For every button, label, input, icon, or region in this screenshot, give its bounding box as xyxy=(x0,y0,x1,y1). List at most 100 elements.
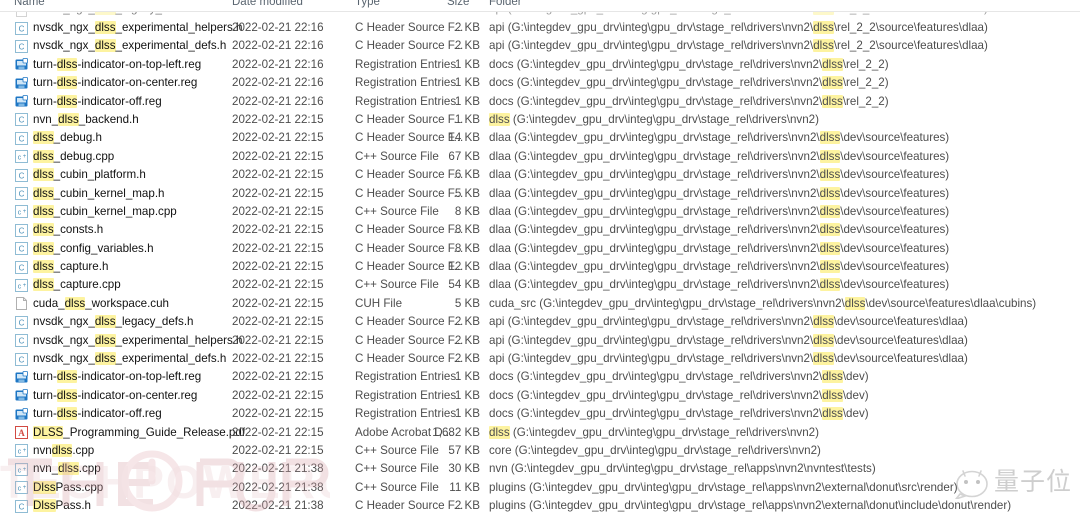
table-row[interactable]: Cnvsdk_ngx_dlss_experimental_helpers.h 20… xyxy=(0,19,1080,37)
cell-name[interactable]: turn-dlss-indicator-on-top-left.reg xyxy=(33,370,201,384)
cell-date-modified: 2022-02-21 22:15 xyxy=(232,425,324,439)
cell-name[interactable]: nvsdk_ngx_dlss_legacy_defs.h xyxy=(33,315,194,329)
cell-name[interactable]: turn-dlss-indicator-on-top-left.reg xyxy=(33,57,201,72)
cell-name[interactable]: dlss_cubin_kernel_map.h xyxy=(33,186,165,201)
cell-name[interactable]: turn-dlss-indicator-off.reg xyxy=(33,407,162,421)
cell-date-modified: 2022-02-21 22:15 xyxy=(232,223,324,237)
cell-folder: docs (G:\integdev_gpu_drv\integ\gpu_drv\… xyxy=(489,94,889,108)
table-row[interactable]: Cnvsdk_ngx_dlss_legacy_defs.h 2022-02-21 … xyxy=(0,313,1080,331)
cell-folder: dlss (G:\integdev_gpu_drv\integ\gpu_drv\… xyxy=(489,112,819,126)
cell-name[interactable]: dlss_debug.cpp xyxy=(33,149,114,164)
table-row[interactable]: c + DlssPass.cpp 2022-02-21 21:38 C++ Source… xyxy=(0,479,1080,497)
search-term-highlight: dlss xyxy=(58,112,79,126)
table-row[interactable]: nvsdk_ngx_dlss_legacy_defs.h2022-02-21 2… xyxy=(0,11,1080,19)
cell-name[interactable]: dlss_config_variables.h xyxy=(33,241,154,256)
table-row[interactable]: Cnvsdk_ngx_dlss_experimental_helpers.h 20… xyxy=(0,332,1080,350)
table-row[interactable]: Cdlss_config_variables.h 2022-02-21 22:15… xyxy=(0,240,1080,258)
cell-name[interactable]: turn-dlss-indicator-on-center.reg xyxy=(33,388,197,403)
cell-folder: api (G:\integdev_gpu_drv\integ\gpu_drv\s… xyxy=(489,315,968,329)
cell-name[interactable]: nvsdk_ngx_dlss_experimental_defs.h xyxy=(33,352,226,366)
cell-folder: core (G:\integdev_gpu_drv\integ\gpu_drv\… xyxy=(489,443,821,457)
table-row[interactable]: cuda_dlss_workspace.cuh 2022-02-21 22:15 C… xyxy=(0,295,1080,313)
cell-name[interactable]: dlss_debug.h xyxy=(33,131,102,145)
cell-size: 2 KB xyxy=(454,39,480,53)
cell-name[interactable]: turn-dlss-indicator-on-center.reg xyxy=(33,76,197,90)
search-term-highlight: dlss xyxy=(819,223,841,237)
svg-text:+: + xyxy=(23,210,27,216)
cell-date-modified: 2022-02-21 22:15 xyxy=(232,296,324,310)
cell-size: 57 KB xyxy=(448,443,480,457)
cell-name[interactable]: nvndlss.cpp xyxy=(33,443,94,458)
cell-date-modified: 2022-02-21 22:16 xyxy=(232,21,324,34)
table-row[interactable]: Cnvsdk_ngx_dlss_experimental_defs.h 2022-… xyxy=(0,37,1080,55)
search-term-highlight: DLSS xyxy=(33,425,64,439)
column-header-type[interactable]: Type xyxy=(355,0,380,8)
cell-name[interactable]: nvsdk_ngx_dlss_experimental_helpers.h xyxy=(33,21,242,35)
search-term-highlight: dlss xyxy=(489,112,510,126)
cell-name[interactable]: dlss_capture.cpp xyxy=(33,278,121,292)
table-row[interactable]: Cdlss_capture.h 2022-02-21 22:15 C Header … xyxy=(0,258,1080,276)
table-row[interactable]: c + nvndlss.cpp 2022-02-21 22:15 C++ Source … xyxy=(0,442,1080,460)
svg-text:C: C xyxy=(19,42,25,51)
table-row[interactable]: Cdlss_debug.h 2022-02-21 22:15 C Header So… xyxy=(0,129,1080,147)
cell-name[interactable]: turn-dlss-indicator-off.reg xyxy=(33,94,162,109)
cell-folder: docs (G:\integdev_gpu_drv\integ\gpu_drv\… xyxy=(489,388,869,402)
cell-folder: dlaa (G:\integdev_gpu_drv\integ\gpu_drv\… xyxy=(489,149,950,163)
table-row[interactable]: turn-dlss-indicator-off.reg 2022-02-21 22… xyxy=(0,93,1080,111)
cell-folder: dlaa (G:\integdev_gpu_drv\integ\gpu_drv\… xyxy=(489,204,950,218)
table-row[interactable]: c + nvn_dlss.cpp 2022-02-21 21:38 C++ Source… xyxy=(0,460,1080,478)
table-row[interactable]: Cdlss_cubin_platform.h 2022-02-21 22:15 C … xyxy=(0,166,1080,184)
cell-name[interactable]: dlss_cubin_platform.h xyxy=(33,168,146,182)
column-header-size[interactable]: Size xyxy=(447,0,469,8)
cell-folder: docs (G:\integdev_gpu_drv\integ\gpu_drv\… xyxy=(489,407,869,421)
cell-name[interactable]: DLSS_Programming_Guide_Release.pdf xyxy=(33,425,245,440)
search-term-highlight: dlss xyxy=(33,186,54,200)
c-header-icon: C xyxy=(15,21,28,35)
cell-name[interactable]: nvsdk_ngx_dlss_experimental_helpers.h xyxy=(33,333,242,348)
cell-name[interactable]: dlss_capture.h xyxy=(33,260,108,274)
cell-size: 1,682 KB xyxy=(432,425,480,439)
cpp-source-icon: c + xyxy=(15,481,28,495)
cell-folder: docs (G:\integdev_gpu_drv\integ\gpu_drv\… xyxy=(489,76,889,90)
svg-text:C: C xyxy=(19,24,25,33)
table-row[interactable]: turn-dlss-indicator-on-top-left.reg 2022-… xyxy=(0,56,1080,74)
svg-text:C: C xyxy=(19,171,25,180)
cell-name[interactable]: dlss_cubin_kernel_map.cpp xyxy=(33,204,177,219)
table-row[interactable]: C DlssPass.h 2022-02-21 21:38 C Header Sour… xyxy=(0,497,1080,515)
table-row[interactable]: turn-dlss-indicator-on-top-left.reg 2022-… xyxy=(0,368,1080,386)
c-header-icon: C xyxy=(15,131,28,145)
c-header-icon: C xyxy=(15,113,28,127)
cell-name[interactable]: nvn_dlss.cpp xyxy=(33,462,101,476)
search-term-highlight: dlss xyxy=(94,333,116,347)
column-header-folder[interactable]: Folder xyxy=(489,0,522,8)
search-term-highlight: dlss xyxy=(94,39,116,53)
table-row[interactable]: c + dlss_debug.cpp 2022-02-21 22:15 C++ Sour… xyxy=(0,148,1080,166)
search-term-highlight: dlss xyxy=(56,407,78,421)
table-row[interactable]: turn-dlss-indicator-on-center.reg 2022-02… xyxy=(0,74,1080,92)
cell-name[interactable]: cuda_dlss_workspace.cuh xyxy=(33,296,169,311)
table-row[interactable]: Cnvn_dlss_backend.h 2022-02-21 22:15 C Hea… xyxy=(0,111,1080,129)
table-row[interactable]: A DLSS_Programming_Guide_Release.pdf 2022-… xyxy=(0,424,1080,442)
column-header-name[interactable]: Name xyxy=(14,0,45,8)
table-row[interactable]: turn-dlss-indicator-on-center.reg 2022-02… xyxy=(0,387,1080,405)
table-row[interactable]: c + dlss_capture.cpp 2022-02-21 22:15 C++ So… xyxy=(0,276,1080,294)
registry-icon xyxy=(15,371,28,384)
table-row[interactable]: Cdlss_consts.h 2022-02-21 22:15 C Header S… xyxy=(0,221,1080,239)
cell-folder: nvn (G:\integdev_gpu_drv\integ\gpu_drv\s… xyxy=(489,462,876,476)
cell-name[interactable]: dlss_consts.h xyxy=(33,223,103,237)
cell-name[interactable]: nvsdk_ngx_dlss_experimental_defs.h xyxy=(33,39,226,53)
table-row[interactable]: c + dlss_cubin_kernel_map.cpp 2022-02-21 22… xyxy=(0,203,1080,221)
table-row[interactable]: Cnvsdk_ngx_dlss_experimental_defs.h 2022-… xyxy=(0,350,1080,368)
search-term-highlight: dlss xyxy=(51,443,73,457)
svg-text:C: C xyxy=(19,116,25,125)
c-header-icon: C xyxy=(15,39,28,53)
cell-name[interactable]: nvn_dlss_backend.h xyxy=(33,112,139,127)
cell-date-modified: 2022-02-21 22:15 xyxy=(232,370,324,384)
cell-folder: cuda_src (G:\integdev_gpu_drv\integ\gpu_… xyxy=(489,296,1037,310)
cell-name[interactable]: DlssPass.cpp xyxy=(33,480,103,495)
column-header-date-modified[interactable]: Date modified xyxy=(232,0,303,8)
table-row[interactable]: Cdlss_cubin_kernel_map.h 2022-02-21 22:15… xyxy=(0,185,1080,203)
cell-date-modified: 2022-02-21 22:16 xyxy=(232,39,324,53)
table-row[interactable]: turn-dlss-indicator-off.reg 2022-02-21 22… xyxy=(0,405,1080,423)
cell-name[interactable]: DlssPass.h xyxy=(33,499,91,513)
